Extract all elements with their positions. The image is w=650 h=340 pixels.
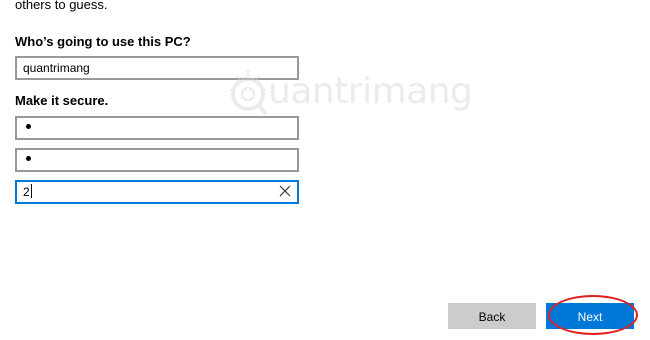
confirm-password-mask [26,156,31,161]
back-button[interactable]: Back [448,303,536,329]
password-mask [26,124,31,129]
watermark-logo: uantrimang [228,68,473,124]
intro-text: others to guess. [15,0,108,12]
password-hint-value: 2 [23,184,32,199]
clear-icon[interactable] [279,185,291,197]
watermark-text: uantrimang [268,71,473,112]
username-label: Who’s going to use this PC? [15,34,191,49]
secure-label: Make it secure. [15,93,109,108]
watermark-icon [230,70,268,116]
confirm-password-field[interactable] [15,148,299,172]
next-button[interactable]: Next [546,303,634,329]
username-value: quantrimang [23,61,90,75]
text-caret [30,184,32,198]
password-hint-field[interactable]: 2 [15,180,299,204]
